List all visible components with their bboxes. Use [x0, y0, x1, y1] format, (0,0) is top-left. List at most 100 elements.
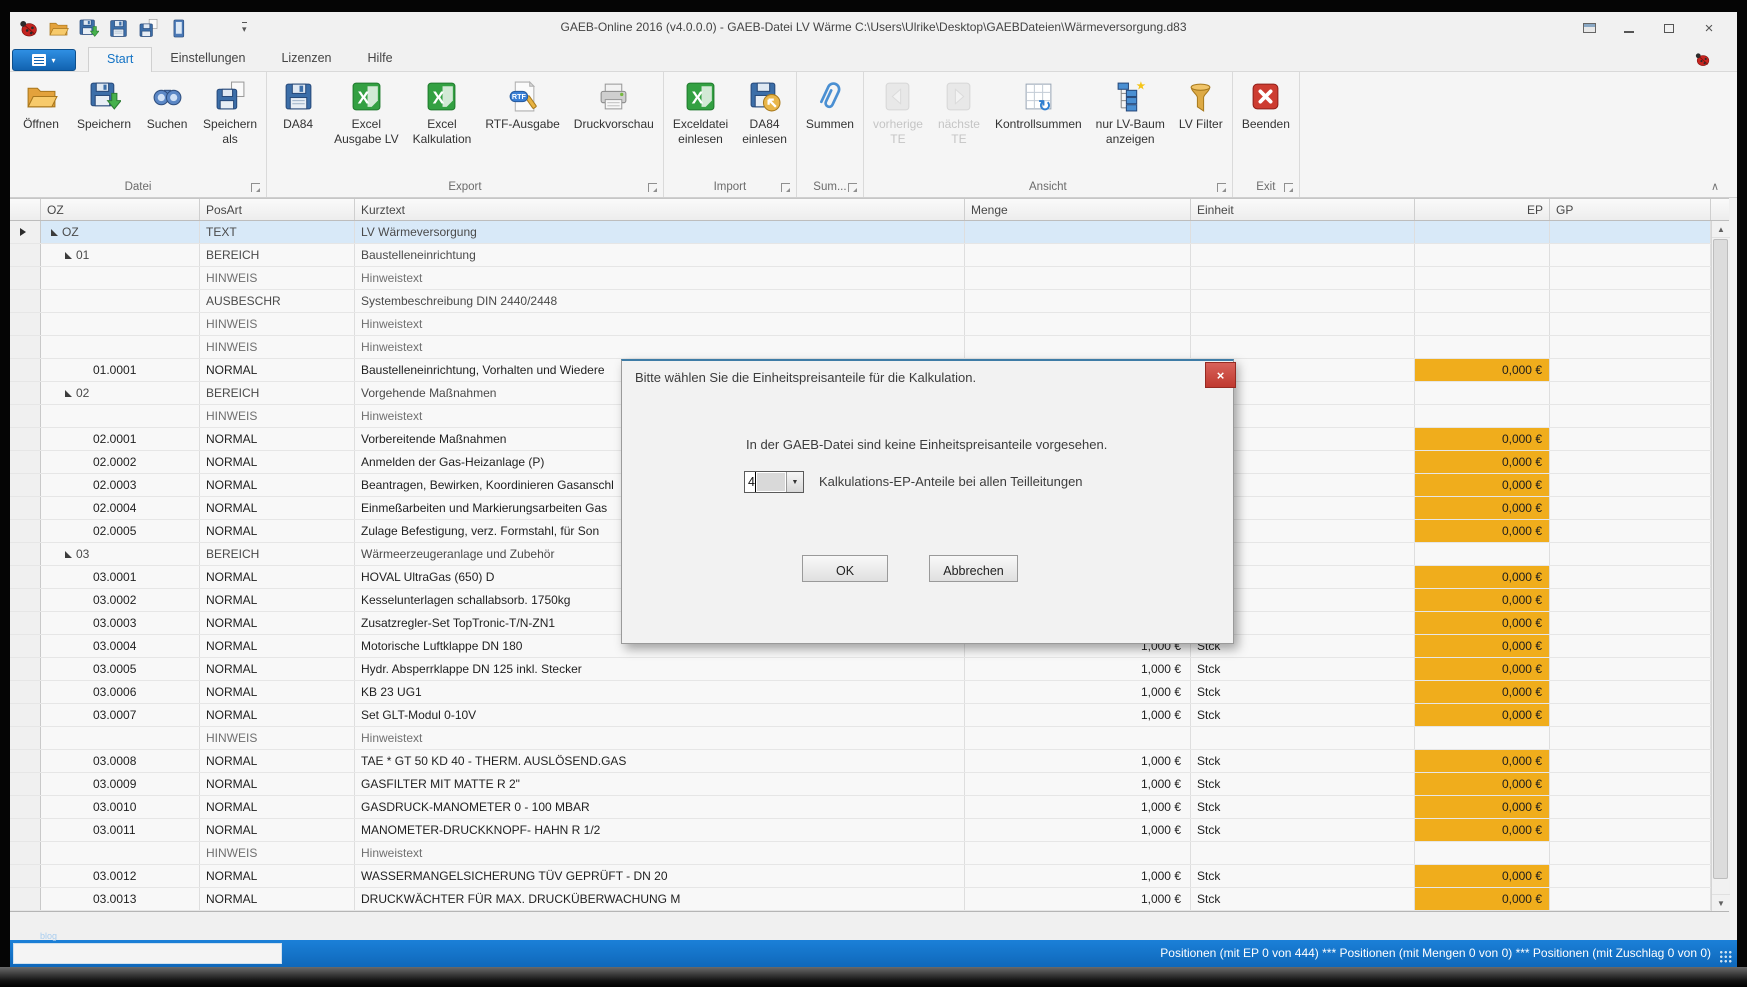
row-indicator-cell[interactable]	[10, 658, 41, 680]
table-row[interactable]: HINWEIS Hinweistext	[10, 336, 1729, 359]
cell-ep[interactable]: 0,000 €	[1415, 681, 1550, 703]
cell-posart[interactable]: BEREICH	[200, 543, 355, 565]
ribbon-button-excel-kalkulation[interactable]: X Excel Kalkulation	[406, 74, 479, 149]
cell-gp[interactable]	[1550, 221, 1711, 243]
header-gp[interactable]: GP	[1550, 199, 1711, 220]
cell-gp[interactable]	[1550, 359, 1711, 381]
cell-posart[interactable]: BEREICH	[200, 244, 355, 266]
qat-save-green-button[interactable]	[78, 18, 99, 39]
cell-einheit[interactable]: Stck	[1191, 888, 1415, 910]
ribbon-button-kontrollsummen[interactable]: ↻ Kontrollsummen	[988, 74, 1089, 134]
table-row[interactable]: 03.0007 NORMAL Set GLT-Modul 0-10V 1,000…	[10, 704, 1729, 727]
cell-einheit[interactable]	[1191, 727, 1415, 749]
dialog-close-button[interactable]: ×	[1205, 362, 1236, 388]
cell-gp[interactable]	[1550, 589, 1711, 611]
ribbon-button-nur-lv-baum-anzeigen[interactable]: ★ nur LV-Baum anzeigen	[1089, 74, 1172, 149]
table-row[interactable]: 03.0013 NORMAL DRUCKWÄCHTER FÜR MAX. DRU…	[10, 888, 1729, 911]
cell-oz[interactable]: 03.0005	[41, 658, 200, 680]
cell-menge[interactable]: 1,000 €	[965, 796, 1191, 818]
cell-gp[interactable]	[1550, 290, 1711, 312]
group-dialog-launcher-icon[interactable]	[1217, 183, 1226, 192]
group-dialog-launcher-icon[interactable]	[648, 183, 657, 192]
cell-posart[interactable]: NORMAL	[200, 566, 355, 588]
cell-kurztext[interactable]: KB 23 UG1	[355, 681, 965, 703]
ribbon-button-naechste-te[interactable]: nächste TE	[930, 74, 988, 149]
cell-ep[interactable]	[1415, 336, 1550, 358]
cell-oz[interactable]	[41, 290, 200, 312]
cell-menge[interactable]: 1,000 €	[965, 750, 1191, 772]
ribbon-button-summen[interactable]: Summen	[799, 74, 861, 134]
cell-posart[interactable]: NORMAL	[200, 428, 355, 450]
cell-gp[interactable]	[1550, 497, 1711, 519]
row-indicator-cell[interactable]	[10, 428, 41, 450]
cell-menge[interactable]	[965, 290, 1191, 312]
qat-logo-button[interactable]	[18, 18, 39, 39]
cell-posart[interactable]: HINWEIS	[200, 336, 355, 358]
cell-oz[interactable]	[41, 267, 200, 289]
scroll-up-icon[interactable]: ▲	[1712, 221, 1730, 238]
ribbon-button-rtf-ausgabe[interactable]: RTF RTF-Ausgabe	[478, 74, 566, 134]
cell-kurztext[interactable]: Hydr. Absperrklappe DN 125 inkl. Stecker	[355, 658, 965, 680]
app-menu-button[interactable]: ▾	[12, 49, 76, 71]
resize-grip[interactable]	[1719, 950, 1732, 963]
cell-oz[interactable]: 03.0006	[41, 681, 200, 703]
cell-oz[interactable]	[41, 313, 200, 335]
cell-menge[interactable]: 1,000 €	[965, 658, 1191, 680]
cell-kurztext[interactable]: DRUCKWÄCHTER FÜR MAX. DRUCKÜBERWACHUNG M	[355, 888, 965, 910]
cell-posart[interactable]: NORMAL	[200, 612, 355, 634]
cell-kurztext[interactable]: Baustelleneinrichtung	[355, 244, 965, 266]
cell-einheit[interactable]: Stck	[1191, 704, 1415, 726]
ribbon-button-druckvorschau[interactable]: Druckvorschau	[567, 74, 661, 134]
cell-einheit[interactable]: Stck	[1191, 796, 1415, 818]
cell-menge[interactable]	[965, 336, 1191, 358]
cell-einheit[interactable]	[1191, 290, 1415, 312]
window-options-button[interactable]	[1575, 17, 1603, 39]
row-indicator-cell[interactable]	[10, 382, 41, 404]
cell-oz[interactable]: 02.0003	[41, 474, 200, 496]
cell-posart[interactable]: HINWEIS	[200, 267, 355, 289]
group-dialog-launcher-icon[interactable]	[781, 183, 790, 192]
cell-gp[interactable]	[1550, 750, 1711, 772]
cell-posart[interactable]: NORMAL	[200, 497, 355, 519]
row-indicator-cell[interactable]	[10, 589, 41, 611]
row-indicator-cell[interactable]	[10, 750, 41, 772]
cell-ep[interactable]	[1415, 543, 1550, 565]
cell-ep[interactable]: 0,000 €	[1415, 612, 1550, 634]
cell-oz[interactable]: 03.0003	[41, 612, 200, 634]
cell-ep[interactable]	[1415, 244, 1550, 266]
close-button[interactable]: ×	[1695, 17, 1723, 39]
cell-oz[interactable]: 03.0012	[41, 865, 200, 887]
table-row[interactable]: 03.0012 NORMAL WASSERMANGELSICHERUNG TÜV…	[10, 865, 1729, 888]
cell-kurztext[interactable]: Hinweistext	[355, 336, 965, 358]
row-indicator-cell[interactable]	[10, 888, 41, 910]
row-indicator-cell[interactable]	[10, 244, 41, 266]
expander-icon[interactable]	[65, 390, 72, 397]
cell-gp[interactable]	[1550, 681, 1711, 703]
ribbon-button-oeffnen[interactable]: Öffnen	[12, 74, 70, 134]
cell-ep[interactable]	[1415, 313, 1550, 335]
cell-gp[interactable]	[1550, 267, 1711, 289]
cell-menge[interactable]: 1,000 €	[965, 888, 1191, 910]
cell-gp[interactable]	[1550, 865, 1711, 887]
cell-posart[interactable]: TEXT	[200, 221, 355, 243]
ribbon-button-vorherige-te[interactable]: vorherige TE	[866, 74, 930, 149]
row-indicator-cell[interactable]	[10, 842, 41, 864]
group-dialog-launcher-icon[interactable]	[251, 183, 260, 192]
header-ep[interactable]: EP	[1415, 199, 1550, 220]
row-indicator-cell[interactable]	[10, 566, 41, 588]
cell-gp[interactable]	[1550, 819, 1711, 841]
cell-gp[interactable]	[1550, 704, 1711, 726]
tab-hilfe[interactable]: Hilfe	[350, 47, 411, 72]
cell-ep[interactable]: 0,000 €	[1415, 750, 1550, 772]
cell-posart[interactable]: NORMAL	[200, 704, 355, 726]
cell-ep[interactable]: 0,000 €	[1415, 865, 1550, 887]
cell-posart[interactable]: HINWEIS	[200, 842, 355, 864]
table-row[interactable]: 03.0009 NORMAL GASFILTER MIT MATTE R 2" …	[10, 773, 1729, 796]
header-oz[interactable]: OZ	[41, 199, 200, 220]
row-indicator-cell[interactable]	[10, 290, 41, 312]
cell-oz[interactable]	[41, 336, 200, 358]
cell-ep[interactable]: 0,000 €	[1415, 474, 1550, 496]
cell-ep[interactable]	[1415, 221, 1550, 243]
cell-kurztext[interactable]: LV Wärmeversorgung	[355, 221, 965, 243]
tab-einstellungen[interactable]: Einstellungen	[152, 47, 263, 72]
